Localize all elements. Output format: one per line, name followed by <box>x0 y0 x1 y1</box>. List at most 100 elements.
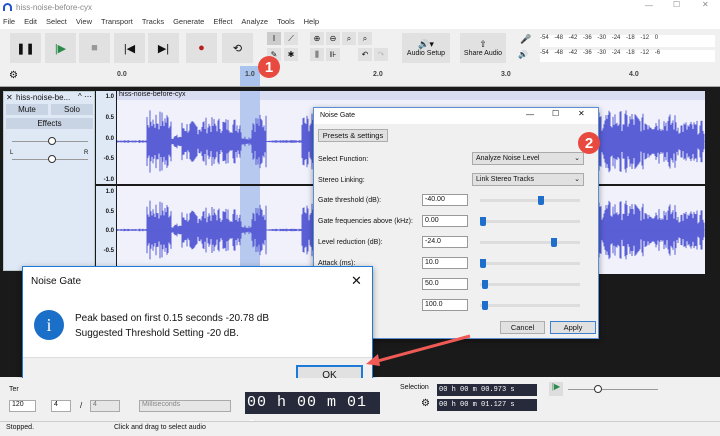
pan-slider[interactable] <box>12 155 88 163</box>
param-input[interactable]: 50.0 <box>422 278 468 290</box>
menu-tools[interactable]: Tools <box>277 17 295 26</box>
info-icon: i <box>34 310 64 340</box>
zoom-out-icon[interactable]: ⊖ <box>326 32 340 45</box>
slider-thumb[interactable] <box>481 301 488 310</box>
maximize-button[interactable]: ☐ <box>552 109 559 118</box>
vertical-ruler-1[interactable]: 1.0 0.5 0.0 -0.5 -1.0 <box>96 91 116 184</box>
close-button[interactable]: ✕ <box>578 109 585 118</box>
silence-icon[interactable]: ⊪ <box>326 48 340 61</box>
tempo-label: Ter <box>9 386 19 393</box>
solo-button[interactable]: Solo <box>51 104 93 115</box>
param-slider[interactable] <box>480 280 580 289</box>
undo-icon[interactable]: ↶ <box>358 48 372 61</box>
ruler-label: 2.0 <box>373 71 383 78</box>
maximize-button[interactable]: ☐ <box>673 0 680 9</box>
track-name[interactable]: hiss-noise-be... <box>16 93 70 102</box>
close-button[interactable]: ✕ <box>702 0 709 9</box>
param-input[interactable]: -40.00 <box>422 194 468 206</box>
minimize-button[interactable]: — <box>645 1 653 10</box>
slider-thumb[interactable] <box>480 217 486 226</box>
selection-settings-icon[interactable]: ⚙ <box>421 398 430 409</box>
menu-tracks[interactable]: Tracks <box>142 17 164 26</box>
presets-button[interactable]: Presets & settings <box>318 129 388 142</box>
param-input[interactable]: 100.0 <box>422 299 468 311</box>
skip-start-button[interactable]: |◀ <box>114 33 145 63</box>
param-slider[interactable] <box>480 238 580 247</box>
close-track-icon[interactable]: ✕ <box>6 93 13 102</box>
close-button[interactable]: ✕ <box>351 273 362 289</box>
stereo-linking-dropdown[interactable]: Link Stereo Tracks ⌄ <box>472 173 584 186</box>
param-slider[interactable] <box>480 301 580 310</box>
menu-view[interactable]: View <box>76 17 92 26</box>
slider-thumb[interactable] <box>481 280 488 289</box>
slash: / <box>80 401 83 410</box>
play-speed-slider[interactable] <box>568 385 658 393</box>
param-input[interactable]: 0.00 <box>422 215 468 227</box>
share-audio-button[interactable]: ⇧ Share Audio <box>460 33 506 63</box>
fit-selection-icon[interactable]: ⌕ <box>342 32 356 45</box>
stop-button[interactable]: ■ <box>79 33 110 63</box>
param-label: Level reduction (dB): <box>318 239 383 246</box>
ruler-label: 4.0 <box>629 71 639 78</box>
select-function-label: Select Function: <box>318 156 369 163</box>
status-bar: Stopped. Click and drag to select audio <box>0 421 720 434</box>
time-display[interactable]: 00 h 00 m 01 s <box>245 392 380 433</box>
apply-button[interactable]: Apply <box>550 321 596 334</box>
menu-file[interactable]: File <box>3 17 15 26</box>
param-slider[interactable] <box>480 196 580 205</box>
param-input[interactable]: 10.0 <box>422 257 468 269</box>
snap-dropdown[interactable]: Milliseconds <box>139 400 231 412</box>
minimize-button[interactable]: — <box>526 110 534 119</box>
pause-button[interactable]: ❚❚ <box>10 33 41 63</box>
recording-meter[interactable]: -54 -48 -42 -36 -30 -24 -18 -12 0 <box>540 35 715 47</box>
play-button[interactable]: |▶ <box>45 33 76 63</box>
slider-thumb[interactable] <box>538 196 545 205</box>
status-hint: Click and drag to select audio <box>114 424 206 431</box>
audio-setup-button[interactable]: 🔊▾ Audio Setup <box>402 33 450 63</box>
timeline-ruler[interactable]: ⚙ 0.0 1.0 2.0 3.0 4.0 <box>0 66 720 87</box>
menu-transport[interactable]: Transport <box>101 17 133 26</box>
param-slider[interactable] <box>480 217 580 226</box>
menu-help[interactable]: Help <box>304 17 319 26</box>
selection-start[interactable]: 00 h 00 m 00.973 s <box>437 384 537 396</box>
redo-icon[interactable]: ↷ <box>374 48 388 61</box>
track-menu-icon[interactable]: ^ ⋯ <box>78 92 92 101</box>
param-input[interactable]: -24.0 <box>422 236 468 248</box>
window-title: hiss-noise-before-cyx <box>16 2 93 12</box>
loop-button[interactable]: ⟲ <box>222 33 253 63</box>
status-state: Stopped. <box>6 424 35 431</box>
ruler-label: 3.0 <box>501 71 511 78</box>
select-function-dropdown[interactable]: Analyze Noise Level ⌄ <box>472 152 584 165</box>
menu-generate[interactable]: Generate <box>173 17 204 26</box>
trim-icon[interactable]: ⫼ <box>310 48 324 61</box>
param-slider[interactable] <box>480 259 580 268</box>
time-signature-top[interactable]: 4 <box>51 400 71 412</box>
vertical-ruler-2[interactable]: 1.00.50.0-0.5-1.0 <box>96 186 116 274</box>
cancel-button[interactable]: Cancel <box>500 321 545 334</box>
stereo-linking-label: Stereo Linking: <box>318 177 365 184</box>
gain-slider[interactable] <box>12 137 88 145</box>
tempo-input[interactable]: 120 <box>9 400 36 412</box>
selection-end[interactable]: 00 h 00 m 01.127 s <box>437 399 537 411</box>
fit-project-icon[interactable]: ⌕ <box>358 32 372 45</box>
dialog-title: Noise Gate <box>320 112 356 119</box>
gear-icon[interactable]: ⚙ <box>9 70 18 81</box>
skip-end-button[interactable]: ▶| <box>148 33 179 63</box>
multi-tool-icon[interactable]: ✱ <box>284 48 298 61</box>
bottom-toolbar: Ter 120 4 / 4 Milliseconds 00 h 00 m 01 … <box>0 378 720 433</box>
menu-select[interactable]: Select <box>46 17 67 26</box>
play-at-speed-button[interactable]: |▶ <box>549 382 563 396</box>
menu-effect[interactable]: Effect <box>213 17 232 26</box>
slider-thumb[interactable] <box>480 259 486 268</box>
slider-thumb[interactable] <box>551 238 558 247</box>
menu-analyze[interactable]: Analyze <box>241 17 268 26</box>
envelope-tool-icon[interactable]: ⟋ <box>284 32 298 45</box>
zoom-in-icon[interactable]: ⊕ <box>310 32 324 45</box>
playback-meter[interactable]: -54 -48 -42 -36 -30 -24 -18 -12 -6 <box>540 50 715 62</box>
mute-button[interactable]: Mute <box>6 104 48 115</box>
menu-edit[interactable]: Edit <box>24 17 37 26</box>
time-signature-bottom[interactable]: 4 <box>90 400 120 412</box>
selection-tool-icon[interactable]: I <box>267 32 281 45</box>
effects-button[interactable]: Effects <box>6 118 93 129</box>
record-button[interactable]: ● <box>186 33 217 63</box>
